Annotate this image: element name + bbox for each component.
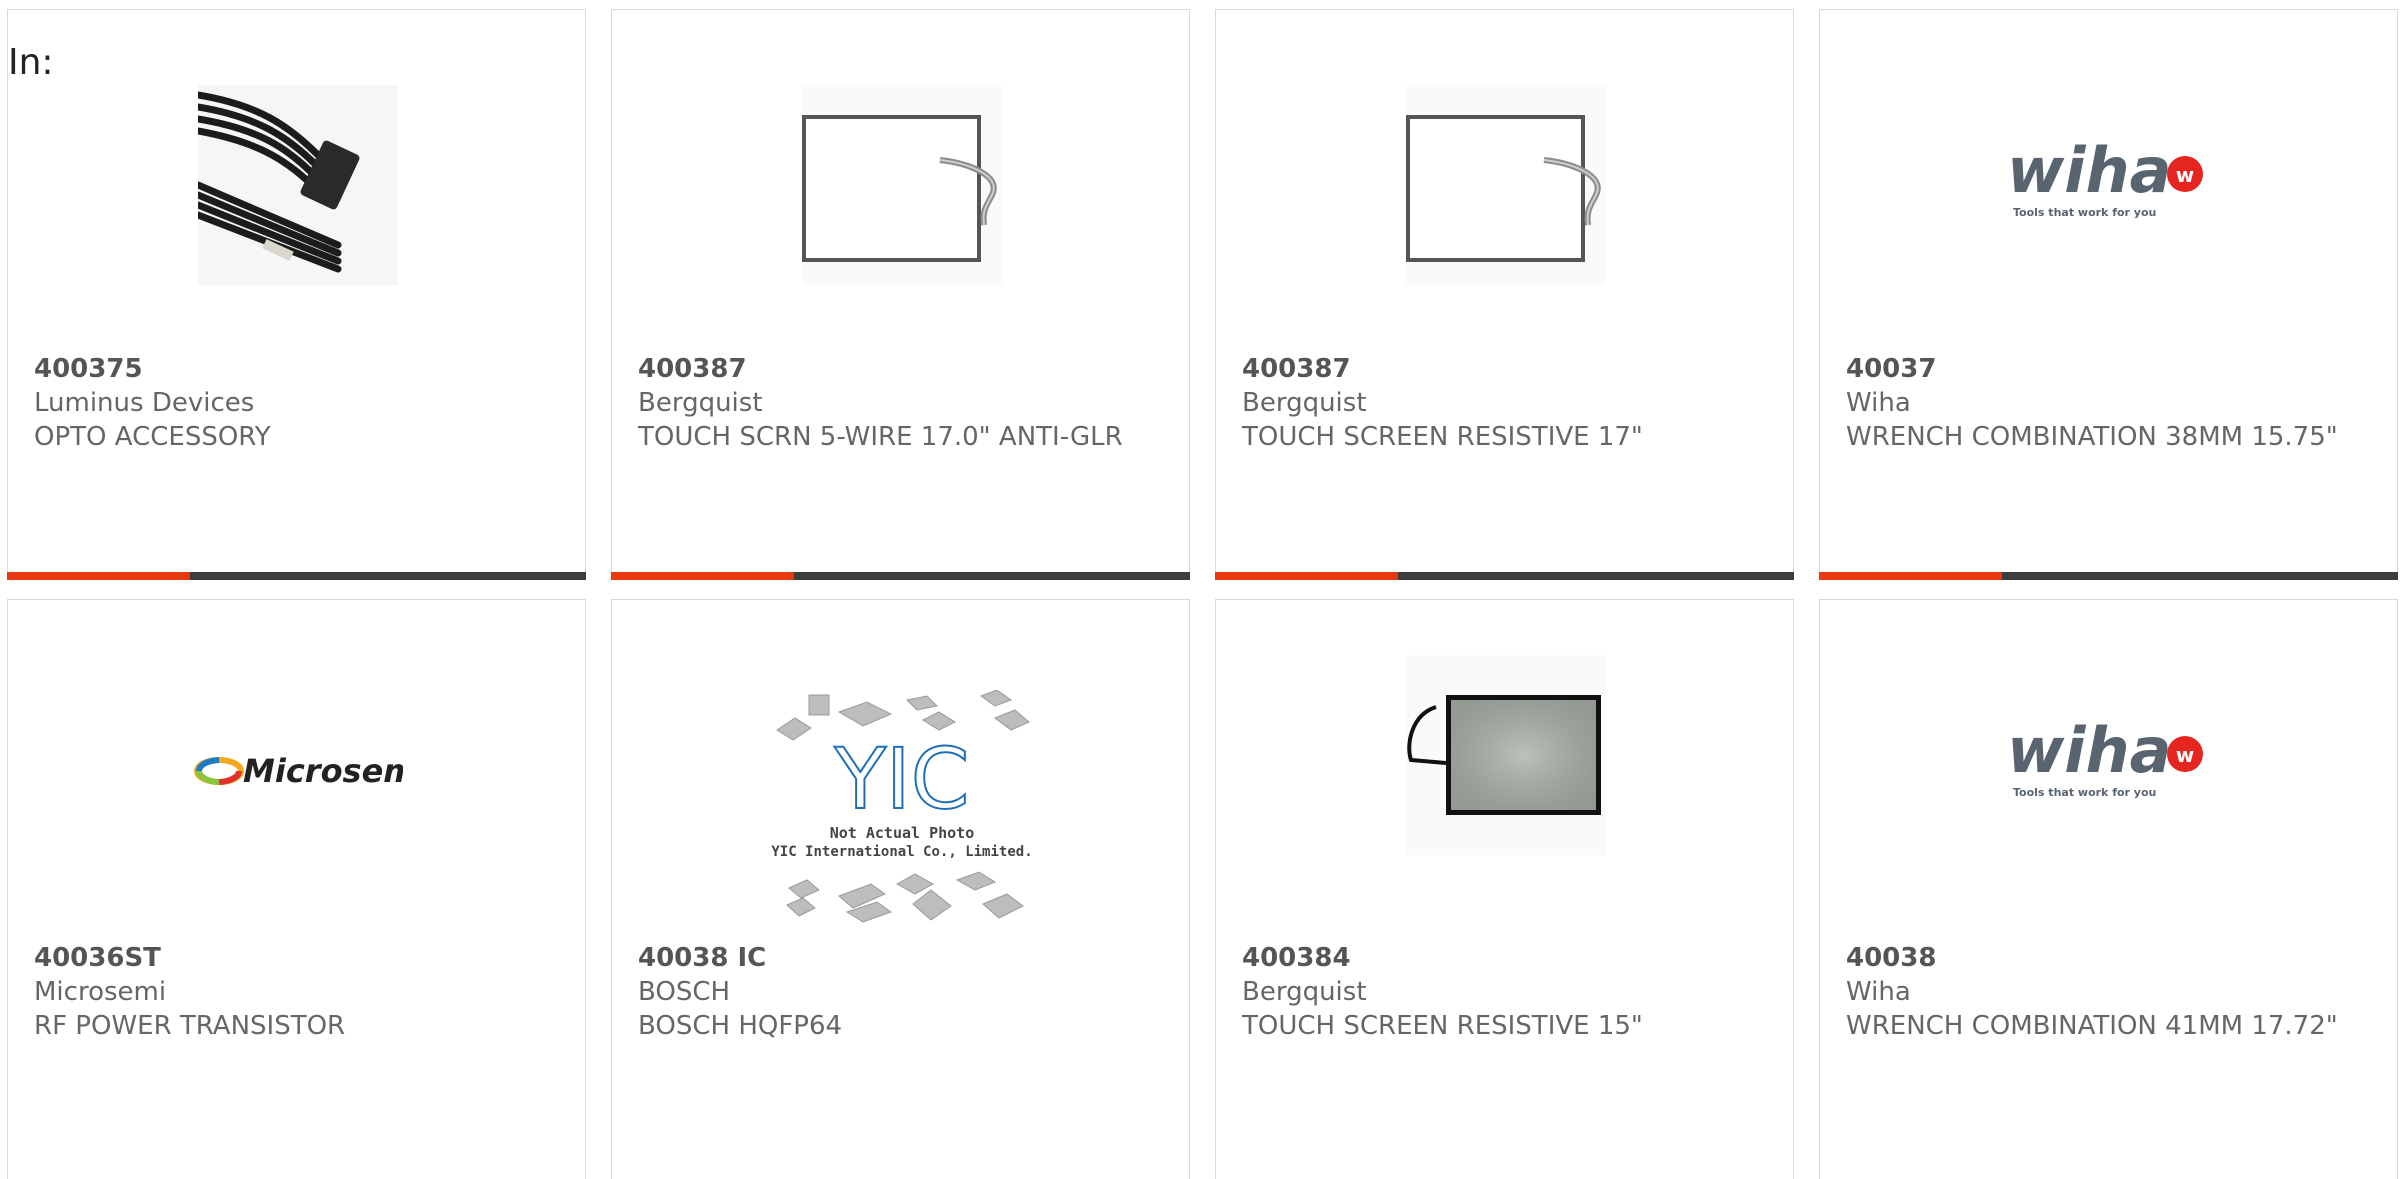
yic-company: YIC International Co., Limited. (771, 844, 1032, 860)
brand-name: Microsemi (34, 977, 167, 1007)
yic-disclaimer: Not Actual Photo (830, 824, 975, 842)
product-grid: 400375 Luminus Devices OPTO ACCESSORY 40… (0, 0, 2400, 1179)
microsemi-wordmark: Microsemi (243, 752, 403, 790)
product-description: OPTO ACCESSORY (34, 422, 271, 452)
card-footer-bar (7, 572, 586, 580)
part-number[interactable]: 40036ST (34, 941, 554, 975)
product-card[interactable]: wiha w Tools that work for you 40037 Wih… (1819, 9, 2398, 580)
brand-name: Luminus Devices (34, 388, 255, 418)
product-description: WRENCH COMBINATION 38MM 15.75" (1846, 422, 2338, 452)
yic-not-actual-photo-image[interactable]: YIC Not Actual Photo YIC International C… (767, 690, 1037, 930)
brand-name: Bergquist (1242, 977, 1367, 1007)
product-info: 40036ST Microsemi RF POWER TRANSISTOR (34, 941, 554, 1043)
part-number[interactable]: 40038 (1846, 941, 2366, 975)
product-card[interactable]: wiha w Tools that work for you 40038 Wih… (1819, 599, 2398, 1179)
product-card[interactable]: 400387 Bergquist TOUCH SCRN 5-WIRE 17.0"… (611, 9, 1190, 580)
microsemi-logo-image[interactable]: Microsemi (193, 660, 403, 870)
card-footer-bar (611, 572, 1190, 580)
product-description: RF POWER TRANSISTOR (34, 1011, 346, 1041)
product-info: 400375 Luminus Devices OPTO ACCESSORY (34, 352, 554, 454)
product-info: 400387 Bergquist TOUCH SCREEN RESISTIVE … (1242, 352, 1762, 454)
wiha-tagline: Tools that work for you (2013, 786, 2156, 799)
svg-text:w: w (2176, 163, 2194, 187)
cable-connector-image[interactable] (193, 80, 403, 290)
product-info: 400384 Bergquist TOUCH SCREEN RESISTIVE … (1242, 941, 1762, 1043)
card-footer-bar (1215, 572, 1794, 580)
brand-name: BOSCH (638, 977, 731, 1007)
product-info: 400387 Bergquist TOUCH SCRN 5-WIRE 17.0"… (638, 352, 1158, 454)
card-footer-bar (1819, 572, 2398, 580)
brand-name: Bergquist (638, 388, 763, 418)
wiha-logo-image[interactable]: wiha w Tools that work for you (2005, 660, 2215, 870)
product-description: WRENCH COMBINATION 41MM 17.72" (1846, 1011, 2338, 1041)
brand-name: Wiha (1846, 388, 1911, 418)
product-info: 40038 IC BOSCH BOSCH HQFP64 (638, 941, 1158, 1043)
touch-screen-frame-image[interactable] (797, 80, 1007, 290)
touch-screen-frame-image[interactable] (1401, 80, 1611, 290)
part-number[interactable]: 40038 IC (638, 941, 1158, 975)
touch-screen-panel-image[interactable] (1401, 650, 1611, 860)
product-card[interactable]: Microsemi 40036ST Microsemi RF POWER TRA… (7, 599, 586, 1179)
brand-name: Bergquist (1242, 388, 1367, 418)
card-accent-bar (7, 572, 190, 580)
product-card[interactable]: 400375 Luminus Devices OPTO ACCESSORY (7, 9, 586, 580)
brand-name: Wiha (1846, 977, 1911, 1007)
product-info: 40038 Wiha WRENCH COMBINATION 41MM 17.72… (1846, 941, 2366, 1043)
part-number[interactable]: 400387 (638, 352, 1158, 386)
part-number[interactable]: 400384 (1242, 941, 1762, 975)
product-card[interactable]: YIC Not Actual Photo YIC International C… (611, 599, 1190, 1179)
wiha-logo-image[interactable]: wiha w Tools that work for you (2005, 80, 2215, 290)
in-label: In: (8, 42, 54, 83)
svg-text:w: w (2176, 743, 2194, 767)
product-description: BOSCH HQFP64 (638, 1011, 843, 1041)
product-card[interactable]: 400387 Bergquist TOUCH SCREEN RESISTIVE … (1215, 9, 1794, 580)
card-accent-bar (611, 572, 794, 580)
wiha-tagline: Tools that work for you (2013, 206, 2156, 219)
card-accent-bar (1215, 572, 1398, 580)
part-number[interactable]: 40037 (1846, 352, 2366, 386)
wiha-wordmark: wiha (2007, 134, 2172, 207)
product-card[interactable]: 400384 Bergquist TOUCH SCREEN RESISTIVE … (1215, 599, 1794, 1179)
wiha-wordmark: wiha (2007, 714, 2172, 787)
product-info: 40037 Wiha WRENCH COMBINATION 38MM 15.75… (1846, 352, 2366, 454)
part-number[interactable]: 400375 (34, 352, 554, 386)
yic-mark: YIC (834, 730, 970, 828)
part-number[interactable]: 400387 (1242, 352, 1762, 386)
product-description: TOUCH SCREEN RESISTIVE 17" (1242, 422, 1643, 452)
product-description: TOUCH SCREEN RESISTIVE 15" (1242, 1011, 1643, 1041)
card-accent-bar (1819, 572, 2002, 580)
product-description: TOUCH SCRN 5-WIRE 17.0" ANTI-GLR (638, 422, 1123, 452)
